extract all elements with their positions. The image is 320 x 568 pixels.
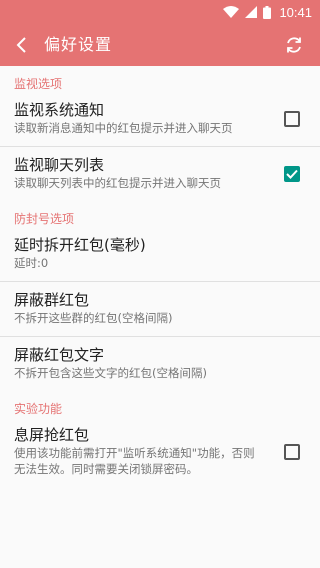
pref-title: 监视聊天列表: [14, 156, 105, 174]
pref-summary: 不拆开这些群的红包(空格间隔): [14, 311, 173, 325]
pref-title: 屏蔽红包文字: [14, 346, 105, 364]
signal-icon: [245, 6, 258, 18]
status-time: 10:41: [279, 4, 312, 20]
pref-screen-off-grab[interactable]: 息屏抢红包 使用该功能前需打开"监听系统通知"功能，否则无法生效。同时需要关闭锁…: [0, 417, 320, 487]
checkmark-icon: [286, 169, 298, 179]
page-title: 偏好设置: [44, 35, 113, 54]
pref-title: 延时拆开红包(毫秒): [14, 236, 146, 254]
pref-title: 监视系统通知: [14, 101, 105, 119]
pref-summary: 读取聊天列表中的红包提示并进入聊天页: [14, 176, 221, 190]
screen-off-checkbox[interactable]: [284, 444, 300, 460]
pref-summary: 使用该功能前需打开"监听系统通知"功能，否则无法生效。同时需要关闭锁屏密码。: [14, 446, 255, 476]
pref-monitor-notification[interactable]: 监视系统通知 读取新消息通知中的红包提示并进入聊天页: [0, 92, 320, 147]
refresh-button[interactable]: [282, 33, 306, 57]
pref-summary: 延时:0: [14, 256, 49, 270]
pref-title: 息屏抢红包: [14, 426, 90, 444]
pref-summary: 不拆开包含这些文字的红包(空格间隔): [14, 366, 207, 380]
pref-summary: 读取新消息通知中的红包提示并进入聊天页: [14, 121, 233, 135]
back-button[interactable]: [10, 33, 34, 57]
pref-monitor-chatlist[interactable]: 监视聊天列表 读取聊天列表中的红包提示并进入聊天页: [0, 147, 320, 201]
pref-title: 屏蔽群红包: [14, 291, 90, 309]
preferences-list: 监视选项 监视系统通知 读取新消息通知中的红包提示并进入聊天页 监视聊天列表 读…: [0, 66, 320, 487]
pref-delay[interactable]: 延时拆开红包(毫秒) 延时:0: [0, 227, 320, 282]
monitor-chatlist-checkbox[interactable]: [284, 166, 300, 182]
back-arrow-icon: [16, 37, 26, 53]
section-header-monitor: 监视选项: [14, 77, 63, 91]
refresh-icon: [287, 37, 301, 53]
battery-icon: [263, 5, 272, 19]
pref-block-words[interactable]: 屏蔽红包文字 不拆开包含这些文字的红包(空格间隔): [0, 337, 320, 391]
section-header-antiban: 防封号选项: [14, 212, 75, 226]
section-header-experimental: 实验功能: [14, 402, 63, 416]
status-bar: 10:41: [0, 0, 320, 24]
monitor-notification-checkbox[interactable]: [284, 111, 300, 127]
toolbar: 偏好设置: [0, 24, 320, 66]
pref-block-groups[interactable]: 屏蔽群红包 不拆开这些群的红包(空格间隔): [0, 282, 320, 337]
wifi-icon: [223, 6, 240, 18]
